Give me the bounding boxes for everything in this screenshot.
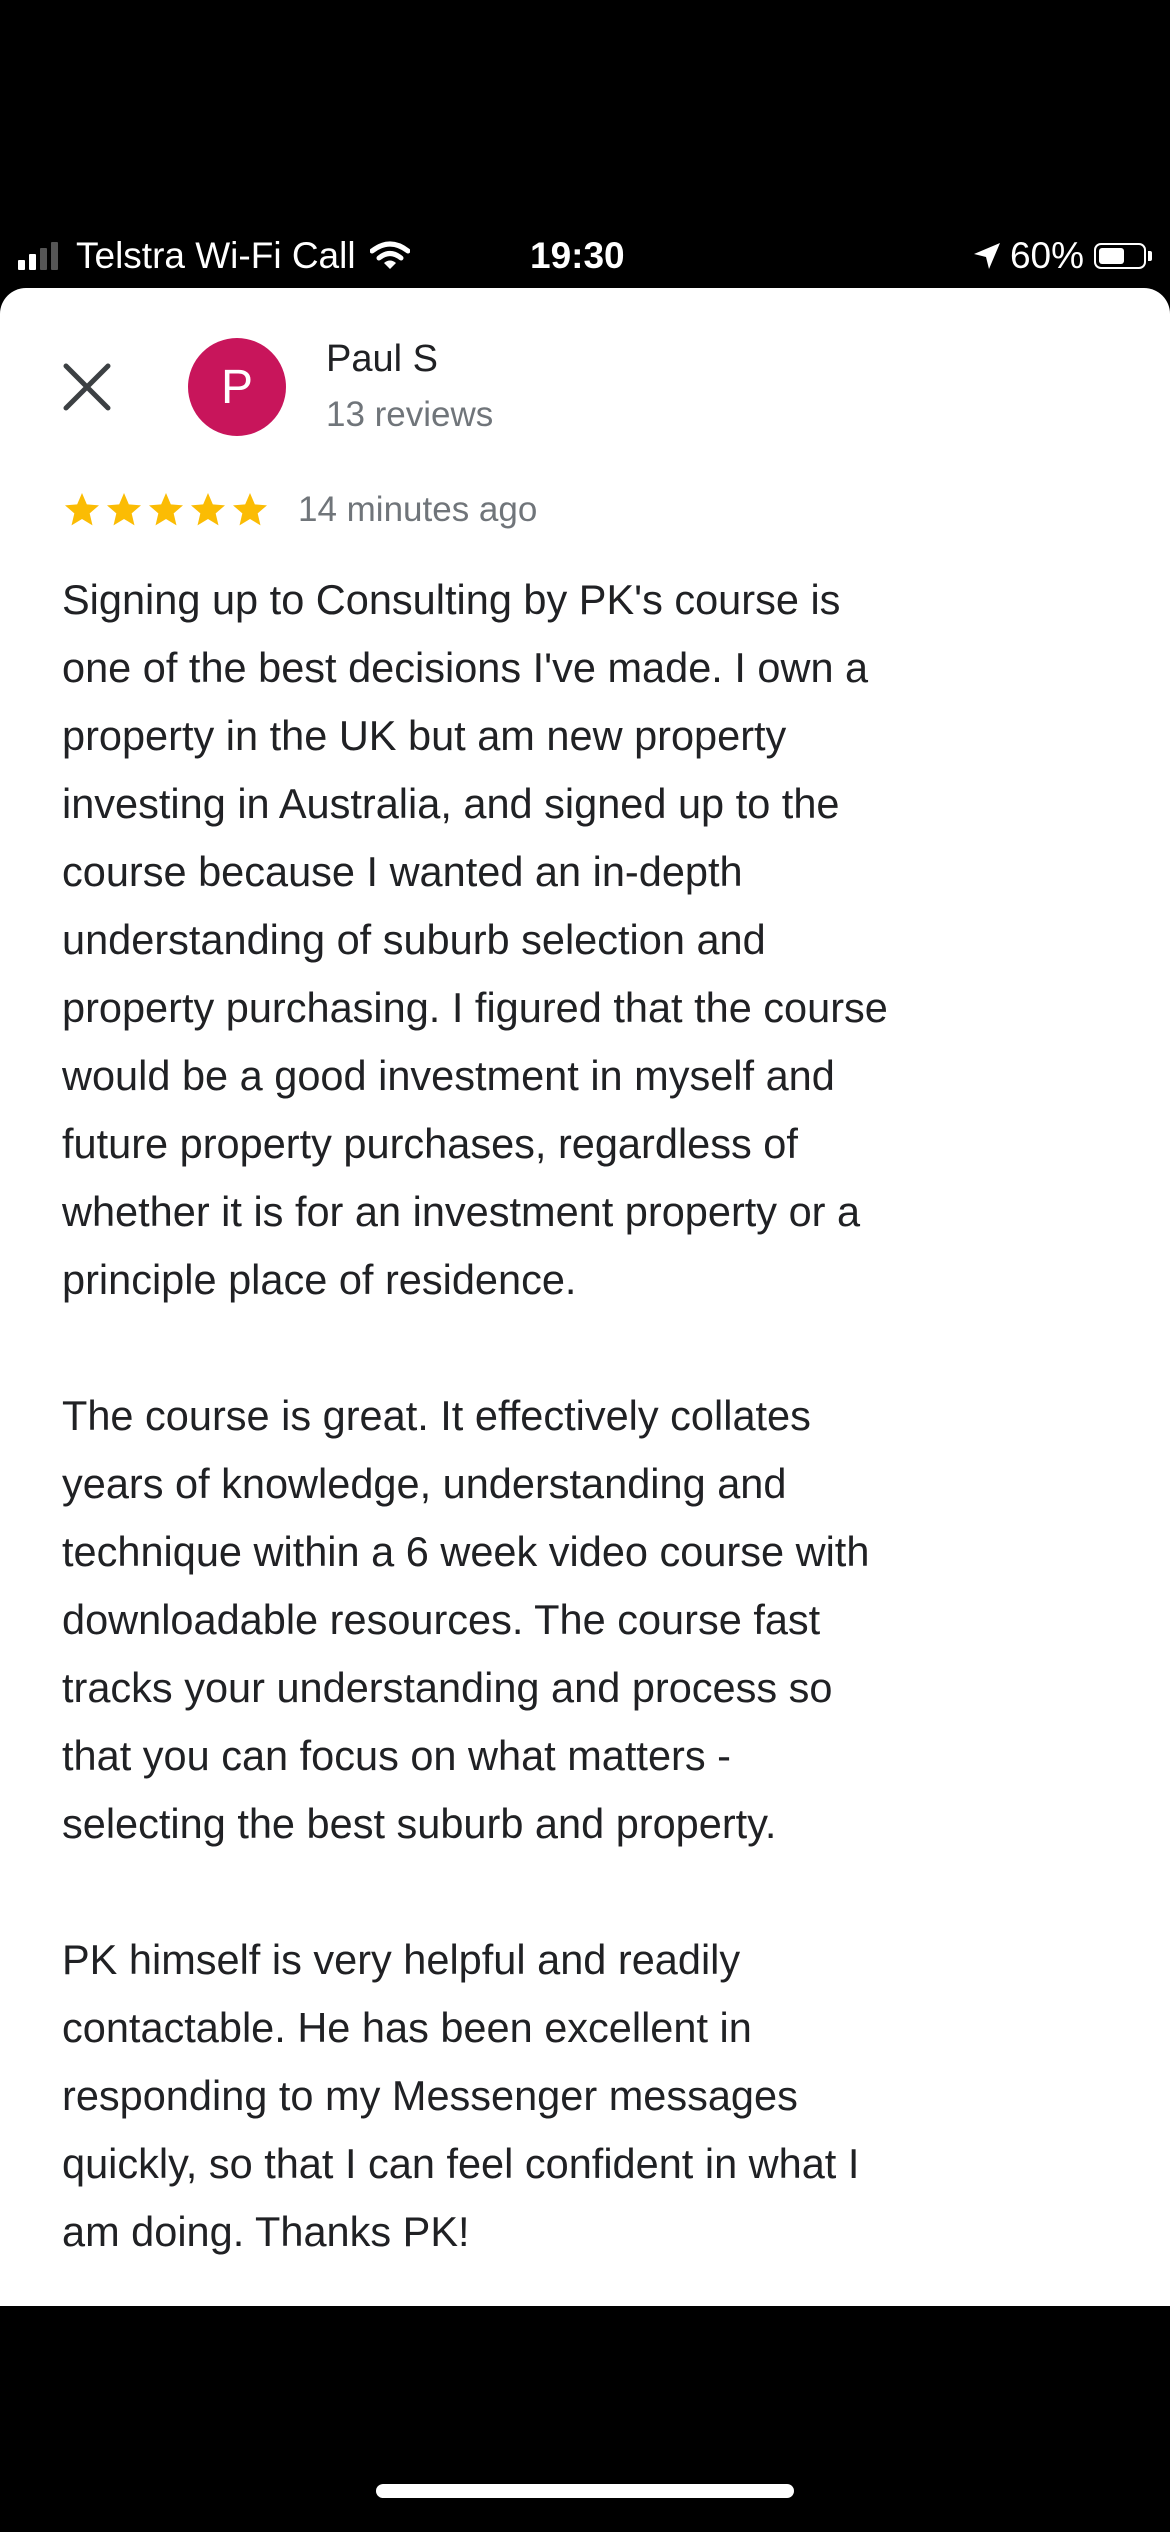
battery-tip bbox=[1148, 251, 1152, 261]
close-button[interactable] bbox=[58, 358, 116, 416]
star-rating bbox=[62, 490, 272, 530]
avatar[interactable]: P bbox=[188, 338, 286, 436]
review-paragraph: The course is great. It effectively coll… bbox=[62, 1392, 870, 1847]
review-time: 14 minutes ago bbox=[298, 490, 538, 529]
signal-icon bbox=[18, 242, 62, 270]
status-left: Telstra Wi-Fi Call bbox=[18, 232, 410, 280]
location-arrow-icon bbox=[973, 243, 1000, 269]
star-icon bbox=[233, 493, 267, 526]
star-icon bbox=[107, 493, 141, 526]
wifi-icon bbox=[369, 241, 410, 269]
battery-level bbox=[1099, 248, 1125, 264]
status-time: 19:30 bbox=[530, 235, 625, 276]
review-text: Signing up to Consulting by PK's course … bbox=[62, 566, 1122, 2266]
close-icon bbox=[63, 363, 111, 411]
star-icon bbox=[65, 493, 99, 526]
reviewer-review-count: 13 reviews bbox=[326, 395, 494, 434]
home-indicator[interactable] bbox=[376, 2484, 794, 2498]
star-icon bbox=[149, 493, 183, 526]
carrier-label: Telstra Wi-Fi Call bbox=[76, 235, 356, 276]
status-bar: Telstra Wi-Fi Call 19:30 60% bbox=[0, 0, 1170, 290]
reviewer-name[interactable]: Paul S bbox=[326, 338, 438, 381]
review-paragraph: Signing up to Consulting by PK's course … bbox=[62, 576, 888, 1303]
battery-percent: 60% bbox=[1009, 235, 1084, 276]
battery-icon bbox=[1094, 243, 1146, 269]
status-right: 60% bbox=[972, 232, 1152, 280]
rating-row: 14 minutes ago bbox=[62, 490, 537, 530]
star-icon bbox=[191, 493, 225, 526]
review-paragraph: PK himself is very helpful and readily c… bbox=[62, 1936, 860, 2255]
